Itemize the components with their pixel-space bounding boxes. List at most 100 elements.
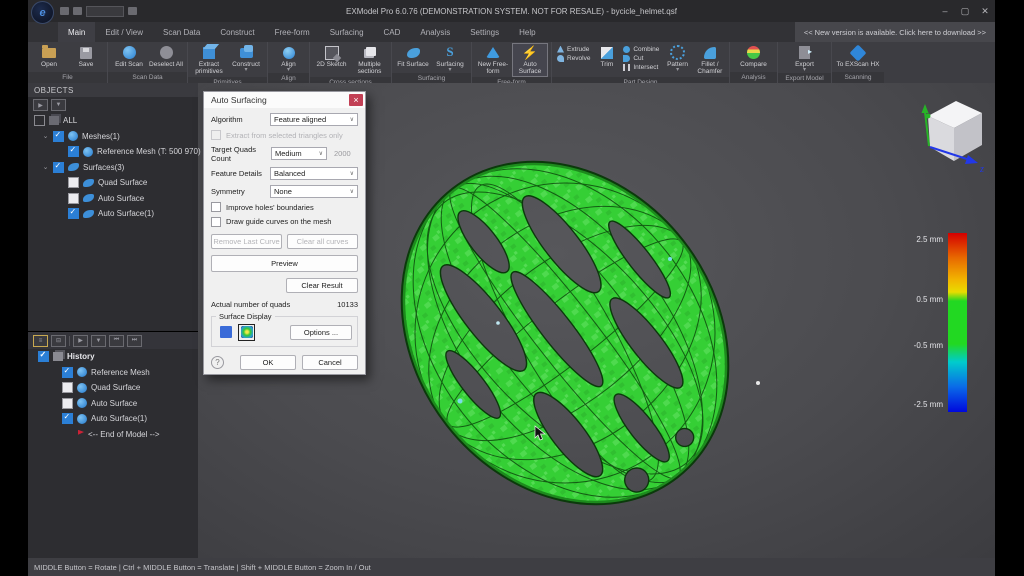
combine-button[interactable]: Combine [623,45,659,53]
clear-all-curves-button[interactable]: Clear all curves [287,234,358,249]
fillet-chamfer-button[interactable]: Fillet / Chamfer [694,43,726,77]
menu-tab-free-form[interactable]: Free-form [265,22,320,42]
clear-result-button[interactable]: Clear Result [286,278,358,293]
extract-primitives-button[interactable]: Extract primitives [191,43,227,77]
target-quads-select[interactable]: Medium ∨ [271,147,327,160]
history-item-auto-surface-1[interactable]: Auto Surface(1) [28,411,198,427]
help-icon[interactable]: ? [211,356,224,369]
cut-button[interactable]: Cut [623,54,659,62]
extrude-button[interactable]: Extrude [557,45,590,53]
cancel-button[interactable]: Cancel [302,355,358,370]
tree-item-auto-surface-1[interactable]: Auto Surface(1) [28,206,198,222]
checkbox[interactable] [62,398,73,409]
surfacing-button[interactable]: S Surfacing ▾ [432,43,468,73]
feature-details-select[interactable]: Balanced ∨ [270,167,358,180]
tree-view-icon[interactable]: ⊟ [51,335,66,347]
checkbox[interactable] [38,351,49,362]
chevron-down-icon: ▾ [676,68,679,72]
checkbox[interactable] [53,162,64,173]
revolve-button[interactable]: Revolve [557,54,590,62]
2d-sketch-button[interactable]: 2D Sketch [313,43,350,69]
construct-button[interactable]: Construct ▾ [228,43,264,73]
list-view-icon[interactable]: ≡ [33,335,48,347]
plain-display-button[interactable] [217,324,234,341]
checkbox[interactable] [53,131,64,142]
draw-guide-curves-checkbox[interactable] [211,217,221,227]
pattern-button[interactable]: Pattern ▾ [662,43,692,73]
history-item-end-of-model[interactable]: <-- End of Model --> [28,427,198,443]
surface-icon [83,179,94,187]
save-button[interactable]: Save [68,43,104,69]
menu-tab-cad[interactable]: CAD [374,22,411,42]
deselect-all-button[interactable]: Deselect All [148,43,184,69]
fit-surface-button[interactable]: Fit Surface [395,43,431,69]
history-item-reference-mesh[interactable]: Reference Mesh [28,365,198,381]
compare-button[interactable]: Compare [733,43,774,69]
menu-tab-construct[interactable]: Construct [210,22,264,42]
symmetry-select[interactable]: None ∨ [270,185,358,198]
menu-tab-settings[interactable]: Settings [460,22,509,42]
close-button[interactable]: ✕ [975,0,995,22]
export-button[interactable]: Export ▾ [786,43,823,73]
play-filter-icon[interactable]: ▶ [73,335,88,347]
align-button[interactable]: Align ▾ [271,43,306,73]
checkbox[interactable] [68,177,79,188]
menu-tab-surfacing[interactable]: Surfacing [320,22,374,42]
tree-item-surfaces[interactable]: ⌄ Surfaces(3) [28,160,198,176]
funnel-filter-icon[interactable]: ▼ [51,99,66,111]
update-notification[interactable]: << New version is available. Click here … [795,22,995,42]
tree-item-meshes[interactable]: ⌄ Meshes(1) [28,129,198,145]
menu-tab-help[interactable]: Help [509,22,545,42]
maximize-button[interactable]: ▢ [955,0,975,22]
checkbox[interactable] [68,193,79,204]
view-cube[interactable]: z [918,88,994,176]
menu-tab-main[interactable]: Main [58,22,95,42]
expand-arrow-icon[interactable]: ⌄ [42,163,49,171]
menu-tab-edit-view[interactable]: Edit / View [95,22,153,42]
auto-surface-button[interactable]: ⚡ Auto Surface [512,43,548,77]
multiple-sections-button[interactable]: Multiple sections [351,43,388,77]
improve-holes-checkbox[interactable] [211,202,221,212]
history-item-auto-surface[interactable]: Auto Surface [28,396,198,412]
edit-scan-button[interactable]: Edit Scan [111,43,147,69]
tree-item-reference-mesh[interactable]: Reference Mesh (T: 500 970) [28,144,198,160]
expand-arrow-icon[interactable]: ⌄ [42,132,49,140]
new-free-form-button[interactable]: New Free-form [475,43,511,77]
checkbox[interactable] [62,382,73,393]
trim-button[interactable]: Trim [593,43,620,69]
minimize-button[interactable]: – [935,0,955,22]
ok-button[interactable]: OK [240,355,296,370]
tree-item-auto-surface[interactable]: Auto Surface [28,191,198,207]
play-filter-icon[interactable]: ▶ [33,99,48,111]
options-button[interactable]: Options ... [290,325,352,340]
open-button[interactable]: Open [31,43,67,69]
checkbox[interactable] [62,367,73,378]
dialog-title-bar[interactable]: Auto Surfacing × [204,92,365,108]
history-item-quad-surface[interactable]: Quad Surface [28,380,198,396]
tree-item-quad-surface[interactable]: Quad Surface [28,175,198,191]
quick-access-icon-2[interactable] [73,7,82,15]
app-logo-icon[interactable]: e [31,1,54,24]
checkbox[interactable] [62,413,73,424]
checkbox[interactable] [68,146,79,157]
remove-last-curve-button[interactable]: Remove Last Curve [211,234,282,249]
dialog-close-icon[interactable]: × [349,94,363,106]
quick-access-icon-3[interactable] [128,7,137,15]
history-root[interactable]: History [28,349,198,365]
preview-button[interactable]: Preview [211,255,358,272]
step-first-icon[interactable]: ⏮ [109,335,124,347]
to-exscan-hx-button[interactable]: To EXScan HX [835,43,881,69]
quick-access-icon-1[interactable] [60,7,69,15]
menu-tab-analysis[interactable]: Analysis [410,22,460,42]
extract-checkbox[interactable] [211,130,221,140]
intersect-button[interactable]: Intersect [623,63,659,71]
deviation-display-button[interactable] [238,324,255,341]
tree-item-all[interactable]: ALL [28,113,198,129]
algorithm-select[interactable]: Feature aligned ∨ [270,113,358,126]
menu-tab-scan-data[interactable]: Scan Data [153,22,210,42]
group-label-scanning: Scanning [832,72,884,83]
funnel-filter-icon[interactable]: ▼ [91,335,106,347]
checkbox[interactable] [34,115,45,126]
step-last-icon[interactable]: ⏭ [127,335,142,347]
checkbox[interactable] [68,208,79,219]
